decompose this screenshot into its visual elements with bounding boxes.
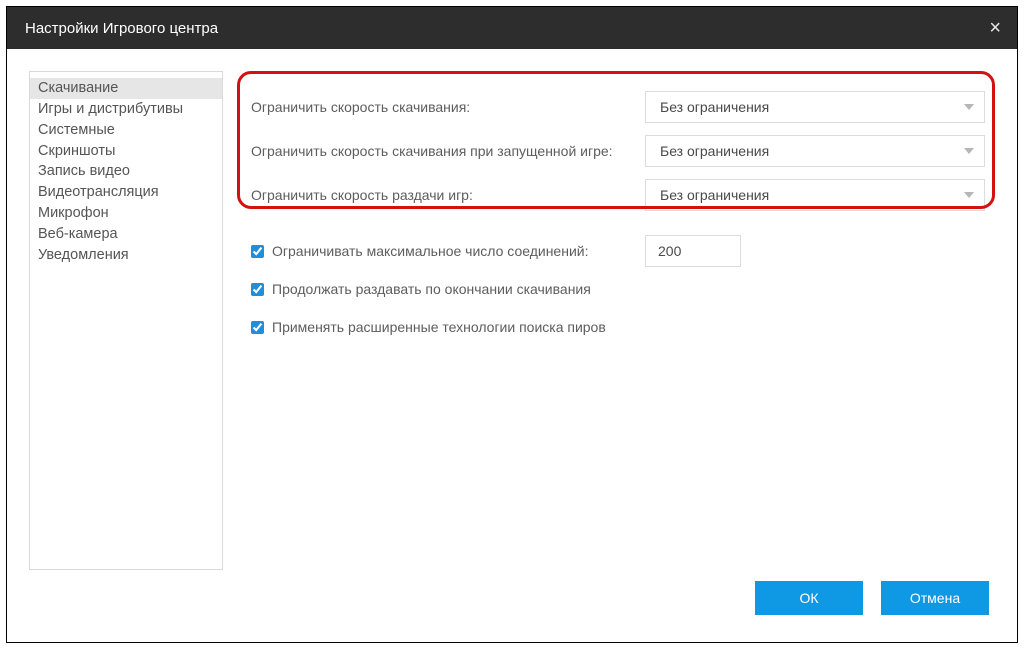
row-limit-download-ingame: Ограничить скорость скачивания при запущ… — [247, 129, 985, 173]
row-max-connections: Ограничивать максимальное число соединен… — [247, 235, 985, 267]
sidebar-item-download[interactable]: Скачивание — [30, 78, 222, 99]
sidebar-item-system[interactable]: Системные — [30, 120, 222, 141]
sidebar-item-video-record[interactable]: Запись видео — [30, 161, 222, 182]
footer: ОК Отмена — [29, 570, 995, 626]
sidebar-item-streaming[interactable]: Видеотрансляция — [30, 182, 222, 203]
limit-upload-label: Ограничить скорость раздачи игр: — [247, 187, 645, 203]
sidebar-item-screenshots[interactable]: Скриншоты — [30, 141, 222, 162]
titlebar: Настройки Игрового центра × — [7, 7, 1017, 49]
sidebar: Скачивание Игры и дистрибутивы Системные… — [29, 71, 223, 570]
sidebar-item-label: Игры и дистрибутивы — [38, 101, 183, 117]
max-connections-label: Ограничивать максимальное число соединен… — [272, 243, 588, 259]
row-limit-upload: Ограничить скорость раздачи игр: Без огр… — [247, 173, 985, 217]
row-ext-peers: Применять расширенные технологии поиска … — [247, 311, 985, 343]
sidebar-item-games[interactable]: Игры и дистрибутивы — [30, 99, 222, 120]
sidebar-item-label: Микрофон — [38, 205, 109, 221]
select-value: Без ограничения — [660, 187, 769, 203]
window-body: Скачивание Игры и дистрибутивы Системные… — [7, 49, 1017, 642]
settings-rows: Ограничить скорость скачивания: Без огра… — [237, 75, 995, 343]
ext-peers-checkbox[interactable] — [251, 321, 264, 334]
max-connections-input[interactable] — [645, 235, 741, 267]
chevron-down-icon — [964, 148, 974, 154]
limit-upload-select[interactable]: Без ограничения — [645, 179, 985, 211]
limit-download-label: Ограничить скорость скачивания: — [247, 99, 645, 115]
settings-window: Настройки Игрового центра × Скачивание И… — [6, 6, 1018, 643]
limit-download-ingame-select[interactable]: Без ограничения — [645, 135, 985, 167]
sidebar-item-label: Скриншоты — [38, 143, 115, 159]
sidebar-item-label: Веб-камера — [38, 226, 118, 242]
cancel-button[interactable]: Отмена — [881, 581, 989, 615]
sidebar-item-notifications[interactable]: Уведомления — [30, 245, 222, 266]
chevron-down-icon — [964, 192, 974, 198]
ext-peers-label: Применять расширенные технологии поиска … — [272, 319, 606, 335]
row-continue-seed: Продолжать раздавать по окончании скачив… — [247, 273, 985, 305]
limit-download-select[interactable]: Без ограничения — [645, 91, 985, 123]
row-limit-download: Ограничить скорость скачивания: Без огра… — [247, 85, 985, 129]
continue-seed-label: Продолжать раздавать по окончании скачив… — [272, 281, 591, 297]
select-value: Без ограничения — [660, 99, 769, 115]
max-connections-checkbox[interactable] — [251, 245, 264, 258]
sidebar-item-label: Видеотрансляция — [38, 184, 159, 200]
sidebar-item-label: Уведомления — [38, 247, 129, 263]
select-value: Без ограничения — [660, 143, 769, 159]
sidebar-item-label: Системные — [38, 122, 115, 138]
sidebar-item-microphone[interactable]: Микрофон — [30, 203, 222, 224]
close-icon[interactable]: × — [989, 18, 1001, 38]
ok-button[interactable]: ОК — [755, 581, 863, 615]
sidebar-item-webcam[interactable]: Веб-камера — [30, 224, 222, 245]
continue-seed-checkbox[interactable] — [251, 283, 264, 296]
chevron-down-icon — [964, 104, 974, 110]
window-title: Настройки Игрового центра — [25, 20, 218, 37]
sidebar-item-label: Запись видео — [38, 163, 130, 179]
columns: Скачивание Игры и дистрибутивы Системные… — [29, 71, 995, 570]
content-panel: Ограничить скорость скачивания: Без огра… — [237, 71, 995, 570]
sidebar-item-label: Скачивание — [38, 80, 118, 96]
limit-download-ingame-label: Ограничить скорость скачивания при запущ… — [247, 143, 645, 159]
